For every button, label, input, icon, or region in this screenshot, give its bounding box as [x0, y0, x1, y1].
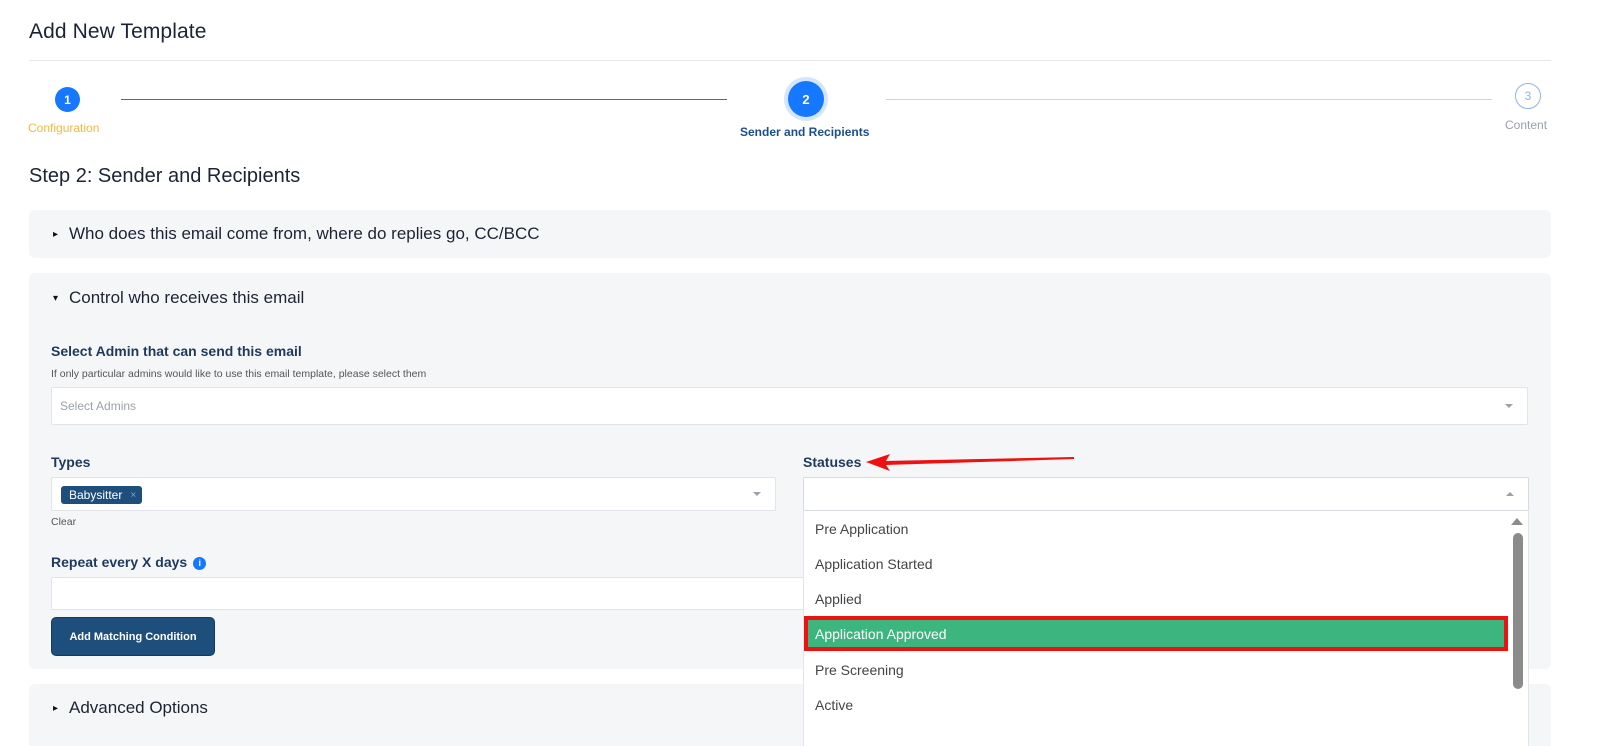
step-connector-completed: [121, 99, 727, 100]
repeat-label: Repeat every X days i: [51, 554, 207, 570]
sender-panel: ▸ Who does this email come from, where d…: [29, 210, 1551, 258]
section-heading: Step 2: Sender and Recipients: [29, 165, 301, 187]
admins-select[interactable]: Select Admins: [51, 387, 1528, 425]
sender-panel-toggle[interactable]: ▸ Who does this email come from, where d…: [53, 224, 540, 244]
step-2-label[interactable]: Sender and Recipients: [740, 125, 869, 139]
info-icon[interactable]: i: [193, 556, 207, 570]
recipients-panel-toggle[interactable]: ▾ Control who receives this email: [53, 288, 304, 308]
chevron-up-icon: [1506, 492, 1514, 496]
caret-down-icon: ▾: [53, 292, 59, 304]
dropdown-scrollbar[interactable]: [1508, 511, 1528, 746]
step-1-label[interactable]: Configuration: [28, 121, 99, 135]
type-chip-label: Babysitter: [69, 488, 123, 502]
types-clear-link[interactable]: Clear: [51, 516, 76, 528]
chevron-down-icon: [753, 492, 761, 496]
step-3-label[interactable]: Content: [1505, 118, 1547, 132]
type-chip: Babysitter ×: [61, 486, 143, 504]
repeat-label-text: Repeat every X days: [51, 554, 188, 570]
caret-right-icon: ▸: [53, 228, 59, 240]
status-option[interactable]: Pre Application: [804, 511, 1508, 546]
red-arrow-annotation: [866, 454, 1074, 471]
scroll-up-icon[interactable]: [1511, 518, 1523, 525]
caret-right-icon: ▸: [53, 702, 59, 714]
statuses-select[interactable]: [803, 477, 1529, 511]
admins-label: Select Admin that can send this email: [51, 343, 302, 359]
types-label: Types: [51, 454, 91, 470]
admins-help-text: If only particular admins would like to …: [51, 368, 427, 380]
sender-panel-title: Who does this email come from, where do …: [69, 224, 540, 243]
add-matching-condition-button[interactable]: Add Matching Condition: [51, 617, 215, 656]
advanced-panel-toggle[interactable]: ▸ Advanced Options: [53, 698, 208, 718]
types-select[interactable]: Babysitter ×: [51, 477, 776, 511]
step-3-circle[interactable]: 3: [1515, 83, 1541, 109]
advanced-panel-title: Advanced Options: [69, 698, 208, 717]
page-title: Add New Template: [29, 20, 207, 43]
statuses-dropdown: Pre Application Application Started Appl…: [803, 511, 1529, 746]
status-option[interactable]: Application Started: [804, 546, 1508, 581]
scrollbar-thumb[interactable]: [1513, 533, 1523, 689]
title-divider: [29, 60, 1551, 61]
repeat-days-input[interactable]: [51, 577, 811, 610]
chevron-down-icon: [1505, 404, 1513, 408]
chip-remove-icon[interactable]: ×: [130, 490, 136, 501]
status-option[interactable]: Pre Screening: [804, 652, 1508, 687]
statuses-label: Statuses: [803, 454, 862, 470]
recipients-panel-title: Control who receives this email: [69, 288, 305, 307]
status-option[interactable]: Applied: [804, 581, 1508, 616]
admins-select-placeholder: Select Admins: [60, 399, 137, 413]
step-1-circle[interactable]: 1: [55, 87, 80, 112]
status-option-highlighted[interactable]: Application Approved: [804, 616, 1508, 651]
status-option[interactable]: Active: [804, 687, 1508, 722]
step-connector-pending: [886, 99, 1492, 100]
step-2-circle[interactable]: 2: [788, 81, 824, 117]
